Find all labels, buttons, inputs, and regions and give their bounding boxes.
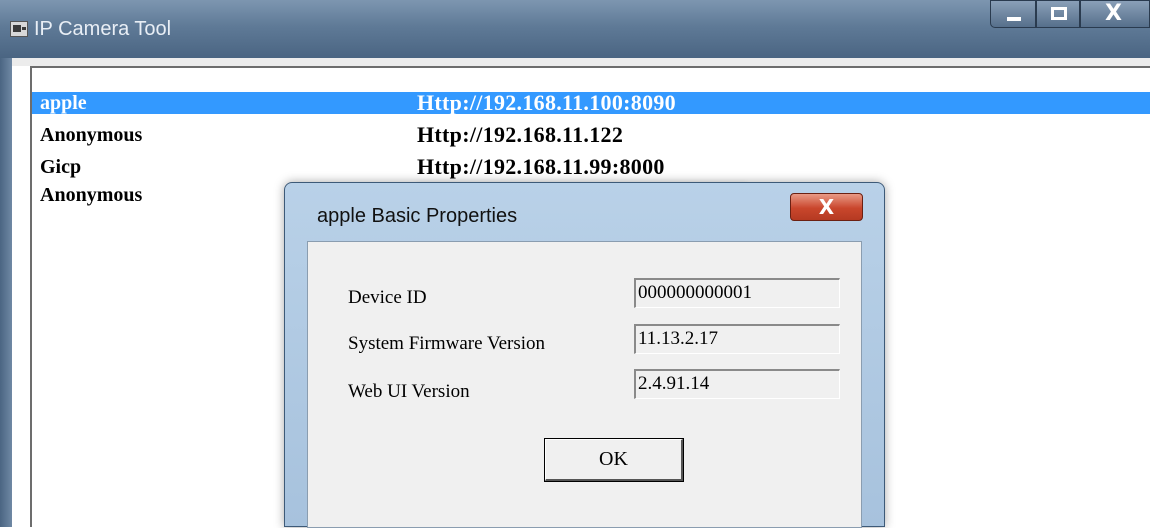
minimize-button[interactable] xyxy=(990,0,1036,28)
device-url: Http://192.168.11.122 xyxy=(417,122,624,147)
minimize-icon xyxy=(1007,17,1021,21)
device-name: Anonymous xyxy=(40,184,143,206)
web-ui-version-label: Web UI Version xyxy=(348,381,470,402)
camera-app-icon xyxy=(10,21,28,37)
device-name: Anonymous xyxy=(40,124,143,146)
device-url: Http://192.168.11.99:8000 xyxy=(417,154,665,179)
dialog-title: apple Basic Properties xyxy=(317,205,518,227)
firmware-version-field[interactable]: 11.13.2.17 xyxy=(634,324,840,354)
device-url: Http://192.168.11.100:8090 xyxy=(417,90,676,115)
close-icon: X xyxy=(1105,1,1122,26)
list-item[interactable]: Gicp Http://192.168.11.99:8000 xyxy=(32,154,1150,179)
window-title: IP Camera Tool xyxy=(34,18,172,40)
ok-button[interactable]: OK xyxy=(544,438,684,482)
basic-properties-dialog: apple Basic Properties X Device ID 00000… xyxy=(284,182,885,528)
close-button[interactable]: X xyxy=(1080,0,1150,28)
maximize-icon xyxy=(1051,7,1067,20)
firmware-version-label: System Firmware Version xyxy=(348,333,546,354)
device-name: Gicp xyxy=(40,156,82,178)
maximize-button[interactable] xyxy=(1036,0,1080,28)
device-name: apple xyxy=(40,92,87,114)
window-inner-border xyxy=(12,58,1150,66)
dialog-body: Device ID 000000000001 System Firmware V… xyxy=(307,241,862,528)
title-bar: IP Camera Tool X xyxy=(0,0,1150,58)
device-id-label: Device ID xyxy=(348,287,427,308)
window-border xyxy=(0,58,12,527)
dialog-close-button[interactable]: X xyxy=(790,193,863,221)
device-id-field[interactable]: 000000000001 xyxy=(634,278,840,308)
web-ui-version-field[interactable]: 2.4.91.14 xyxy=(634,369,840,399)
list-item[interactable]: Anonymous Http://192.168.11.122 xyxy=(32,122,1150,147)
close-icon: X xyxy=(818,195,835,219)
list-item[interactable]: apple Http://192.168.11.100:8090 xyxy=(32,92,1150,114)
